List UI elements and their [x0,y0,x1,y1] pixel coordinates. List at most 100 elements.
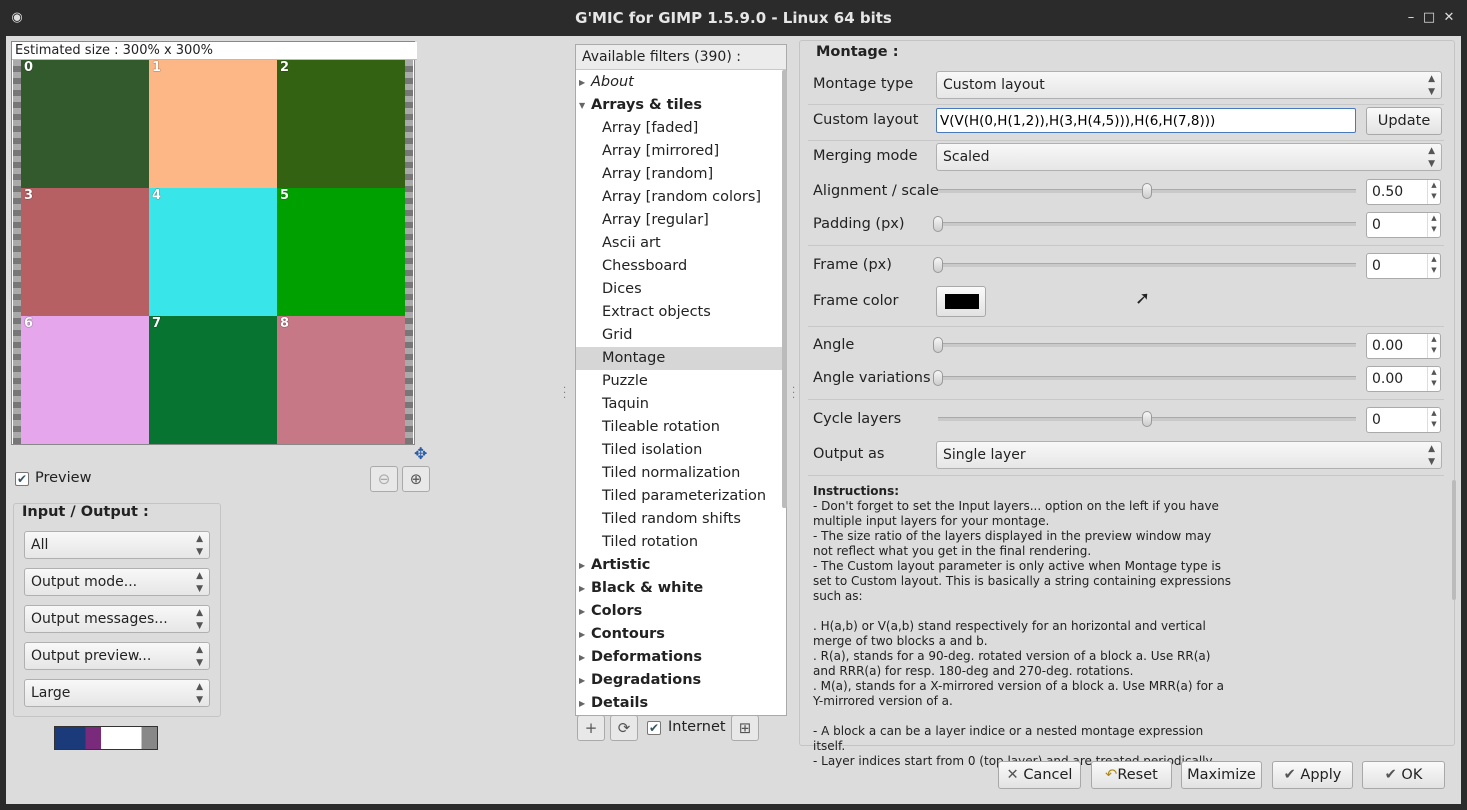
preview-canvas[interactable]: 0 1 2 3 4 5 6 7 8 [13,60,413,444]
spin-arrows-icon[interactable]: ▲ ▼ [1427,334,1440,358]
filter-item[interactable]: Tiled isolation [576,439,782,462]
alignment-slider-handle[interactable] [1142,183,1152,199]
filter-category[interactable]: ▼ Arrays & tiles [576,94,782,117]
angle-variations-spinbox[interactable]: 0.00 ▲ ▼ [1366,366,1441,392]
filter-item[interactable]: Tileable rotation [576,416,782,439]
angle-variations-slider-track[interactable] [938,376,1356,380]
zoom-out-button[interactable]: ⊖ [370,466,398,492]
close-icon[interactable]: ✕ [1440,9,1458,27]
filter-item[interactable]: Tiled parameterization [576,485,782,508]
collapsed-arrow-icon[interactable]: ▶ [579,71,585,94]
frame-slider-handle[interactable] [933,257,943,273]
filter-category[interactable]: ▶ Black & white [576,577,782,600]
reset-button[interactable]: ↶Reset [1091,761,1172,789]
filter-tree-scrollbar[interactable] [782,70,787,508]
output-as-select[interactable]: Single layer ▲ ▼ [936,441,1442,469]
filter-category[interactable]: ▶ Artistic [576,554,782,577]
merging-mode-select[interactable]: Scaled ▲ ▼ [936,143,1442,171]
filter-category[interactable]: ▶ Details [576,692,782,715]
output-preview-select[interactable]: Output preview... ▲ ▼ [24,642,210,670]
collapsed-arrow-icon[interactable]: ▶ [579,692,585,715]
spin-arrows-icon[interactable]: ▲ ▼ [1427,180,1440,204]
frame-spinbox[interactable]: 0 ▲ ▼ [1366,253,1441,279]
padding-value: 0 [1372,217,1381,233]
expanded-arrow-icon[interactable]: ▼ [579,94,585,117]
spin-arrows-icon[interactable]: ▲ ▼ [1427,254,1440,278]
collapsed-arrow-icon[interactable]: ▶ [579,623,585,646]
cancel-button[interactable]: ✕ Cancel [998,761,1081,789]
zoom-in-button[interactable]: ⊕ [402,466,430,492]
angle-variations-slider-handle[interactable] [933,370,943,386]
filter-item[interactable]: Tiled normalization [576,462,782,485]
custom-layout-input[interactable] [936,108,1356,133]
filter-item[interactable]: Tiled rotation [576,531,782,554]
filter-item[interactable]: Taquin [576,393,782,416]
angle-slider-track[interactable] [938,343,1356,347]
filter-tree[interactable]: Available filters (390) : ▶ About ▼ Arrays … [575,44,787,716]
alignment-spinbox[interactable]: 0.50 ▲ ▼ [1366,179,1441,205]
filter-item[interactable]: Array [faded] [576,117,782,140]
filter-label: Contours [591,626,665,642]
ok-button[interactable]: ✔ OK [1362,761,1445,789]
instructions-line: . R(a), stands for a 90-deg. rotated ver… [813,649,1211,678]
montage-type-select[interactable]: Custom layout ▲ ▼ [936,71,1442,99]
preview-size-select[interactable]: Large ▲ ▼ [24,679,210,707]
internet-checkbox[interactable]: ✔ [647,721,661,735]
collapsed-arrow-icon[interactable]: ▶ [579,554,585,577]
filter-item[interactable]: Ascii art [576,232,782,255]
output-messages-select[interactable]: Output messages... ▲ ▼ [24,605,210,633]
update-button[interactable]: Update [1366,107,1442,135]
frame-color-button[interactable] [936,286,986,317]
filter-item[interactable]: Array [mirrored] [576,140,782,163]
filter-category[interactable]: ▶ Degradations [576,669,782,692]
output-mode-select[interactable]: Output mode... ▲ ▼ [24,568,210,596]
filter-item[interactable]: Montage [576,347,782,370]
maximize-button[interactable]: Maximize [1181,761,1262,789]
angle-slider-handle[interactable] [933,337,943,353]
filter-item[interactable]: Puzzle [576,370,782,393]
filter-item[interactable]: Grid [576,324,782,347]
filter-item[interactable]: Array [regular] [576,209,782,232]
move-icon[interactable]: ✥ [414,444,427,463]
filter-item[interactable]: Dices [576,278,782,301]
frame-color-swatch [945,294,979,309]
apply-button[interactable]: ✔ Apply [1272,761,1353,789]
spin-arrows-icon[interactable]: ▲ ▼ [1427,213,1440,237]
padding-slider-handle[interactable] [933,216,943,232]
filter-item[interactable]: Extract objects [576,301,782,324]
spin-arrows-icon[interactable]: ▲ ▼ [1427,408,1440,432]
filter-item[interactable]: Tiled random shifts [576,508,782,531]
cycle-layers-slider-handle[interactable] [1142,411,1152,427]
add-fave-button[interactable]: + [577,715,605,741]
collapsed-arrow-icon[interactable]: ▶ [579,646,585,669]
filter-category[interactable]: ▶ Contours [576,623,782,646]
collapsed-arrow-icon[interactable]: ▶ [579,577,585,600]
filter-category[interactable]: ▶ Deformations [576,646,782,669]
reset-icon: ↶ [1105,767,1118,783]
filter-category[interactable]: ▶ Colors [576,600,782,623]
angle-spinbox[interactable]: 0.00 ▲ ▼ [1366,333,1441,359]
spin-arrows-icon[interactable]: ▲ ▼ [1427,367,1440,391]
filter-item[interactable]: Array [random] [576,163,782,186]
collapsed-arrow-icon[interactable]: ▶ [579,669,585,692]
splitter-handle[interactable]: · · · [563,384,566,404]
input-layers-select[interactable]: All ▲ ▼ [24,531,210,559]
maximize-icon[interactable]: □ [1420,9,1438,27]
preview-area[interactable]: Estimated size : 300% x 300% 0 1 2 3 4 5 6 7 8 [11,41,417,445]
padding-slider-track[interactable] [938,222,1356,226]
filter-category[interactable]: ▶ About [576,71,782,94]
padding-label: Padding (px) [813,216,905,232]
padding-spinbox[interactable]: 0 ▲ ▼ [1366,212,1441,238]
expand-collapse-button[interactable]: ⊞ [731,715,759,741]
cycle-layers-spinbox[interactable]: 0 ▲ ▼ [1366,407,1441,433]
collapsed-arrow-icon[interactable]: ▶ [579,600,585,623]
filter-item[interactable]: Array [random colors] [576,186,782,209]
refresh-button[interactable]: ⟳ [610,715,638,741]
splitter-handle[interactable]: · · · [792,384,795,404]
filter-item[interactable]: Chessboard [576,255,782,278]
frame-slider-track[interactable] [938,263,1356,267]
preview-checkbox[interactable]: ✔ [15,472,29,486]
chevron-updown-icon: ▲ ▼ [196,534,203,557]
minimize-icon[interactable]: – [1402,9,1420,27]
parameters-scrollbar[interactable] [1452,480,1456,600]
